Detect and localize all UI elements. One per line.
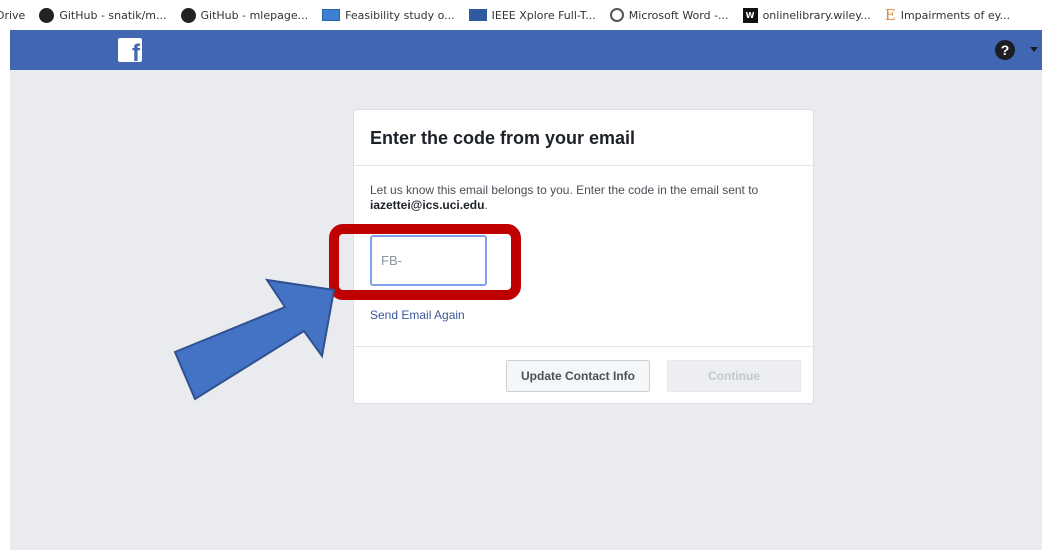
annotation-arrow-icon: [173, 278, 336, 401]
